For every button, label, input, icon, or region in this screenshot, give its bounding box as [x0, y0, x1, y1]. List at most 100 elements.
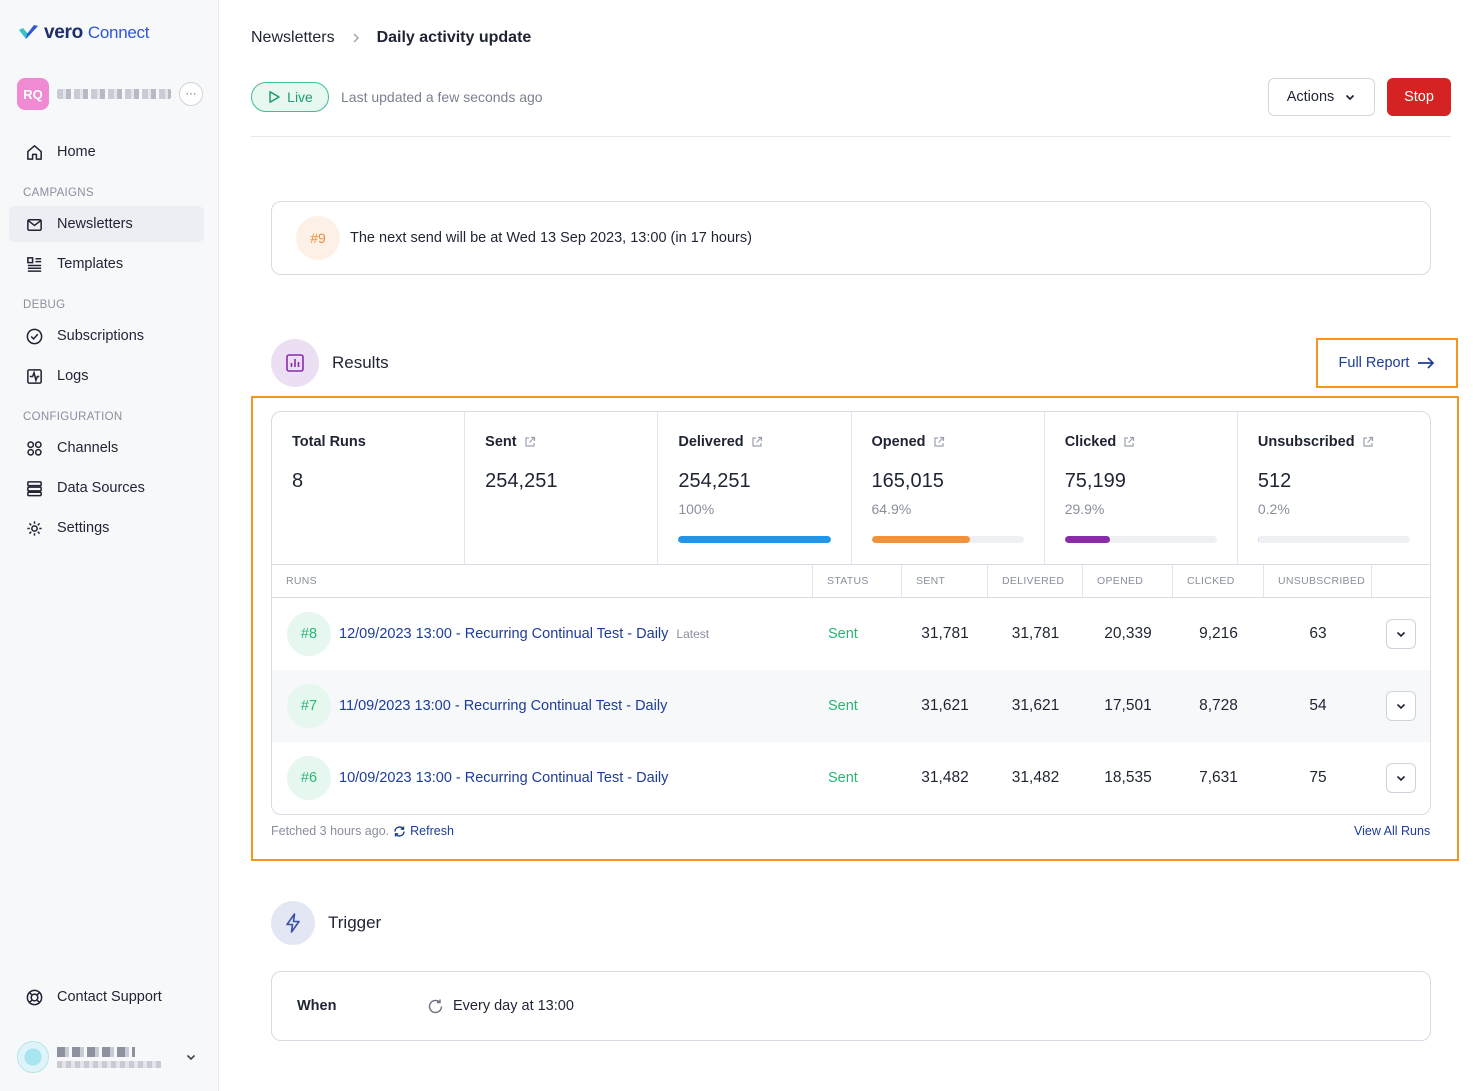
run-delivered: 31,482: [1011, 769, 1060, 786]
user-info-redacted: [57, 1046, 161, 1068]
full-report-link[interactable]: Full Report: [1316, 338, 1458, 388]
external-link-icon: [933, 436, 944, 447]
run-link[interactable]: 10/09/2023 13:00 - Recurring Continual T…: [339, 770, 668, 786]
view-all-runs-link[interactable]: View All Runs: [1354, 824, 1430, 838]
latest-tag: Latest: [676, 627, 710, 641]
vero-logo[interactable]: vero Connect: [18, 22, 149, 44]
runs-table-header: RUNS STATUS SENT DELIVERED OPENED CLICKE…: [272, 565, 1430, 598]
breadcrumb-newsletters-link[interactable]: Newsletters: [251, 29, 335, 47]
run-actions: [1372, 763, 1430, 793]
column-header-actions: [1372, 565, 1430, 597]
play-icon: [269, 91, 280, 103]
progress-bar-fill: [678, 536, 831, 543]
run-number: #7: [287, 684, 331, 728]
account-switcher[interactable]: RQ ···: [17, 78, 203, 110]
column-header-opened: OPENED: [1083, 565, 1173, 597]
expand-row-button[interactable]: [1386, 691, 1416, 721]
run-number: #6: [287, 756, 331, 800]
run-link[interactable]: 11/09/2023 13:00 - Recurring Continual T…: [339, 698, 667, 714]
templates-icon: [27, 256, 42, 272]
sidebar-item-home[interactable]: Home: [9, 134, 204, 170]
next-send-text: The next send will be at Wed 13 Sep 2023…: [350, 230, 752, 246]
more-options-icon[interactable]: ···: [179, 82, 203, 106]
trigger-header: Trigger: [271, 901, 381, 945]
lifebuoy-icon: [26, 989, 43, 1005]
sidebar-item-newsletters[interactable]: Newsletters: [9, 206, 204, 242]
stat-label-link[interactable]: Delivered: [678, 434, 830, 450]
run-link[interactable]: 12/09/2023 13:00 - Recurring Continual T…: [339, 626, 668, 642]
sidebar-item-contact-support[interactable]: Contact Support: [9, 979, 204, 1015]
check-circle-icon: [26, 328, 43, 344]
stat-opened: Opened 165,015 64.9%: [852, 412, 1045, 564]
stat-label: Total Runs: [292, 434, 366, 450]
account-name-redacted: [57, 89, 171, 99]
run-delivered: 31,781: [1011, 625, 1060, 642]
run-clicked: 7,631: [1199, 769, 1238, 786]
stat-percent: 100%: [678, 501, 715, 517]
run-opened: 17,501: [1104, 697, 1152, 714]
expand-row-button[interactable]: [1386, 619, 1416, 649]
sidebar-item-channels[interactable]: Channels: [9, 430, 204, 466]
table-row: #7 11/09/2023 13:00 - Recurring Continua…: [272, 670, 1430, 742]
stat-percent: 64.9%: [871, 501, 912, 517]
sidebar-item-label: Home: [57, 144, 96, 160]
progress-bar-fill: [1064, 536, 1111, 543]
column-header-sent: SENT: [902, 565, 988, 597]
account-avatar: RQ: [17, 78, 49, 110]
stop-button[interactable]: Stop: [1387, 78, 1451, 116]
stat-label-link[interactable]: Clicked: [1065, 434, 1217, 450]
run-status: Sent: [828, 770, 858, 786]
run-unsubscribed: 75: [1309, 769, 1327, 786]
next-send-card: #9 The next send will be at Wed 13 Sep 2…: [271, 201, 1431, 275]
lightning-icon: [271, 901, 315, 945]
chevron-right-icon: [353, 33, 359, 43]
activity-log-icon: [27, 368, 42, 384]
run-delivered: 31,621: [1011, 697, 1060, 714]
sidebar-item-templates[interactable]: Templates: [9, 246, 204, 282]
run-actions: [1372, 619, 1430, 649]
progress-bar: [678, 536, 831, 543]
run-cell: #7 11/09/2023 13:00 - Recurring Continua…: [272, 684, 813, 728]
run-sent: 31,482: [921, 769, 969, 786]
column-header-clicked: CLICKED: [1173, 565, 1264, 597]
database-icon: [27, 480, 42, 496]
refresh-button[interactable]: Refresh: [393, 824, 454, 838]
fetched-text: Fetched 3 hours ago.: [271, 824, 390, 838]
vero-logo-icon: [19, 25, 38, 39]
stat-percent: 29.9%: [1064, 501, 1105, 517]
run-opened: 18,535: [1104, 769, 1152, 786]
gear-icon: [27, 520, 42, 536]
stat-value: 254,251: [485, 470, 558, 492]
brand-name: vero Connect: [44, 22, 150, 43]
stat-percent: 0.2%: [1257, 501, 1290, 517]
stat-label-link[interactable]: Opened: [872, 434, 1024, 450]
avatar: [17, 1041, 49, 1073]
user-menu[interactable]: [17, 1041, 197, 1073]
sidebar-item-data-sources[interactable]: Data Sources: [9, 470, 204, 506]
when-label: When: [297, 998, 337, 1014]
when-value-text: Every day at 13:00: [453, 998, 574, 1014]
sidebar-item-label: Logs: [57, 368, 89, 384]
sidebar-item-settings[interactable]: Settings: [9, 510, 204, 546]
chevron-down-icon: [1346, 94, 1355, 101]
mail-icon: [27, 218, 42, 231]
full-report-label: Full Report: [1338, 355, 1410, 371]
home-icon: [27, 144, 42, 160]
next-run-number: #9: [296, 216, 340, 260]
progress-bar: [1064, 536, 1217, 543]
column-header-delivered: DELIVERED: [988, 565, 1083, 597]
stat-unsubscribed: Unsubscribed 512 0.2%: [1238, 412, 1430, 564]
stat-label-link[interactable]: Unsubscribed: [1258, 434, 1410, 450]
sidebar-item-logs[interactable]: Logs: [9, 358, 204, 394]
stat-label-link[interactable]: Sent: [485, 434, 637, 450]
sidebar-item-label: Contact Support: [57, 989, 162, 1005]
expand-row-button[interactable]: [1386, 763, 1416, 793]
column-header-status: STATUS: [813, 565, 902, 597]
actions-dropdown-button[interactable]: Actions: [1268, 78, 1375, 116]
sidebar-item-subscriptions[interactable]: Subscriptions: [9, 318, 204, 354]
recurring-icon: [428, 999, 443, 1013]
run-sent: 31,621: [921, 697, 969, 714]
last-updated-text: Last updated a few seconds ago: [341, 89, 543, 105]
column-header-runs: RUNS: [272, 565, 813, 597]
table-row: #6 10/09/2023 13:00 - Recurring Continua…: [272, 742, 1430, 814]
